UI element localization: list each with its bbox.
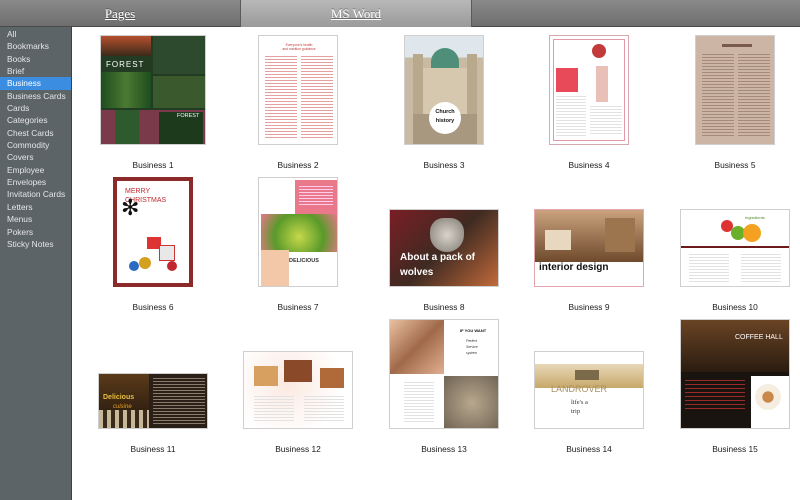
template-caption: Business 9 [568,302,610,312]
template-caption: Business 13 [421,444,467,454]
template-thumbnail [695,35,775,145]
template-card-business-8[interactable]: About a pack of wolves Business 8 [376,175,512,315]
template-thumbnail: Delicious cuisine [98,373,208,429]
template-thumbnail: Ingredients [680,209,790,287]
template-caption: Business 10 [712,302,758,312]
category-sidebar: All Bookmarks Books Brief Business Busin… [0,27,72,500]
template-caption: Business 12 [275,444,321,454]
template-card-business-10[interactable]: Ingredients Business 10 [667,175,800,315]
template-subtitle: Perfect Service system [466,339,478,355]
template-caption: Business 11 [130,444,176,454]
tab-pages[interactable]: Pages [0,0,240,27]
sidebar-item-categories[interactable]: Categories [0,114,71,126]
template-title: About a pack of wolves [400,252,476,278]
template-caption: Business 1 [132,160,174,170]
template-thumbnail: COFFEE HALL [680,319,790,429]
template-title: DELICIOUS [289,258,319,264]
template-title: Everyone's health and nutrition guidance [282,43,316,51]
sidebar-item-employee[interactable]: Employee [0,164,71,176]
template-title: interior design [539,262,609,273]
template-thumbnail: Church history [404,35,484,145]
template-caption: Business 14 [566,444,612,454]
template-caption: Business 6 [132,302,174,312]
template-thumbnail: IF YOU WANT Perfect Service system [389,319,499,429]
template-subtitle: cuisine [113,404,132,410]
sidebar-item-covers[interactable]: Covers [0,151,71,163]
snowflake-icon: ✻ [121,195,140,220]
template-title: Ingredients [745,215,765,220]
template-caption: Business 8 [423,302,465,312]
template-caption: Business 7 [277,302,319,312]
template-thumbnail: Everyone's health and nutrition guidance [258,35,338,145]
template-caption: Business 15 [712,444,758,454]
template-card-business-11[interactable]: Delicious cuisine Business 11 [85,317,221,457]
template-title: FOREST [106,60,145,69]
template-thumbnail: About a pack of wolves [389,209,499,287]
sidebar-item-business[interactable]: Business [0,77,71,90]
template-title: Church history [435,109,455,124]
sidebar-item-bookmarks[interactable]: Bookmarks [0,40,71,52]
sidebar-item-letters[interactable]: Letters [0,201,71,213]
template-card-business-3[interactable]: Church history Business 3 [376,33,512,173]
sidebar-item-business-cards[interactable]: Business Cards [0,90,71,102]
template-caption: Business 3 [423,160,465,170]
template-title: Delicious [103,394,135,401]
template-card-business-1[interactable]: FOREST FOREST Business 1 [85,33,221,173]
sidebar-item-all[interactable]: All [0,28,71,40]
template-card-business-13[interactable]: IF YOU WANT Perfect Service system Busin… [376,317,512,457]
template-card-business-14[interactable]: LANDROVER life's a trip Business 14 [521,317,657,457]
sidebar-item-books[interactable]: Books [0,53,71,65]
template-thumbnail: MERRY CHRISTMAS ✻ [113,177,193,287]
template-card-business-12[interactable]: Business 12 [230,317,366,457]
sidebar-item-menus[interactable]: Menus [0,213,71,225]
sidebar-item-envelopes[interactable]: Envelopes [0,176,71,188]
sidebar-item-brief[interactable]: Brief [0,65,71,77]
template-thumbnail [549,35,629,145]
template-caption: Business 2 [277,160,319,170]
template-thumbnail [243,351,353,429]
template-card-business-9[interactable]: interior design Business 9 [521,175,657,315]
template-thumbnail: LANDROVER life's a trip [534,351,644,429]
sidebar-item-sticky-notes[interactable]: Sticky Notes [0,238,71,250]
sidebar-item-chest-cards[interactable]: Chest Cards [0,127,71,139]
template-thumbnail: DELICIOUS [258,177,338,287]
template-subtitle: FOREST [177,113,200,119]
sidebar-item-pokers[interactable]: Pokers [0,226,71,238]
template-caption: Business 5 [714,160,756,170]
sidebar-item-cards[interactable]: Cards [0,102,71,114]
template-card-business-6[interactable]: MERRY CHRISTMAS ✻ Business 6 [85,175,221,315]
template-card-business-2[interactable]: Everyone's health and nutrition guidance… [230,33,366,173]
template-thumbnail: interior design [534,209,644,287]
sidebar-item-commodity[interactable]: Commodity [0,139,71,151]
template-caption: Business 4 [568,160,610,170]
tab-bar: Pages MS Word [0,0,800,27]
template-card-business-15[interactable]: COFFEE HALL Business 15 [667,317,800,457]
template-title: COFFEE HALL [735,334,783,341]
template-subtitle: life's a trip [571,399,588,415]
template-card-business-7[interactable]: DELICIOUS Business 7 [230,175,366,315]
template-title: IF YOU WANT [460,328,487,333]
tab-ms-word[interactable]: MS Word [240,0,472,27]
template-card-business-4[interactable]: Business 4 [521,33,657,173]
template-thumbnail: FOREST FOREST [100,35,206,145]
template-grid: FOREST FOREST Business 1 Everyone's heal… [72,27,800,500]
sidebar-item-invitation-cards[interactable]: Invitation Cards [0,188,71,200]
template-card-business-5[interactable]: Business 5 [667,33,800,173]
template-title: LANDROVER [551,384,608,394]
